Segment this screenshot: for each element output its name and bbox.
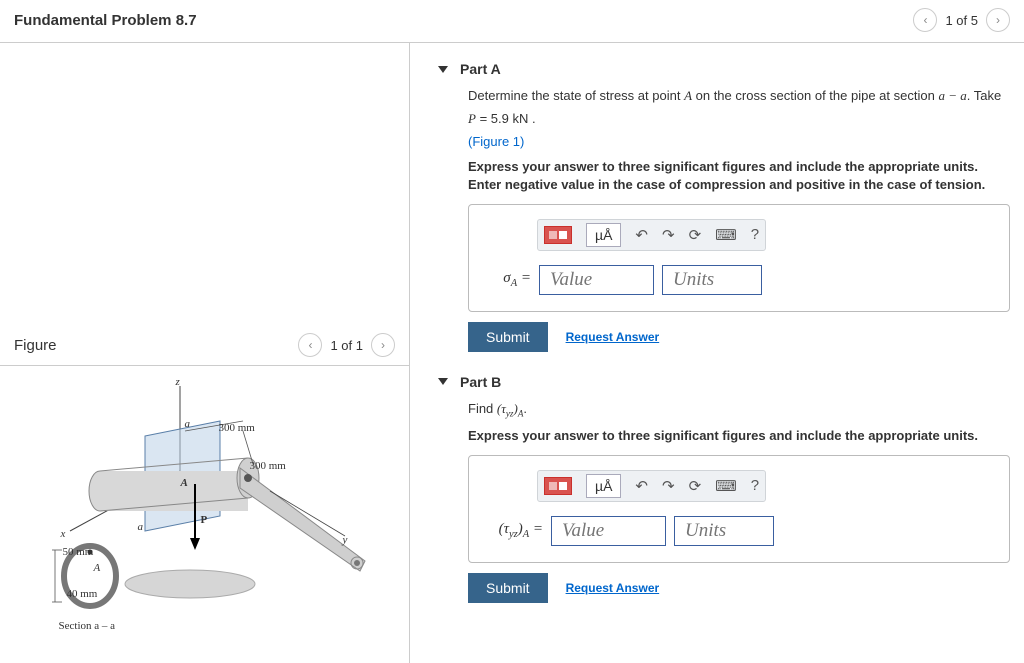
axis-z-label: z (176, 376, 180, 388)
left-column: Figure ‹ 1 of 1 › (0, 43, 410, 663)
part-b-instructions: Express your answer to three significant… (468, 427, 1010, 445)
part-b-title: Part B (460, 374, 501, 390)
ring-a-label: A (94, 562, 101, 574)
redo-icon[interactable]: ↷ (662, 226, 675, 244)
figure-header: Figure ‹ 1 of 1 › (0, 333, 409, 366)
part-a-body: Determine the state of stress at point A… (438, 87, 1010, 352)
keyboard-icon[interactable]: ⌨ (715, 477, 737, 495)
part-b-answer-row: (τyz)A = (487, 516, 991, 546)
figure-nav: ‹ 1 of 1 › (298, 333, 395, 357)
figure-1-link-row: (Figure 1) (468, 133, 1010, 152)
keyboard-icon[interactable]: ⌨ (715, 226, 737, 244)
chevron-right-icon: › (381, 338, 385, 352)
next-problem-button[interactable]: › (986, 8, 1010, 32)
part-b-toolbar: µÅ ↶ ↷ ⟳ ⌨ ? (537, 470, 766, 502)
help-icon[interactable]: ? (751, 226, 759, 243)
part-b-header[interactable]: Part B (438, 374, 1010, 390)
caret-down-icon (438, 378, 448, 385)
part-a-p-line: P = 5.9 kN . (468, 110, 1010, 129)
part-b-buttons: Submit Request Answer (468, 573, 1010, 603)
part-a-request-answer-link[interactable]: Request Answer (566, 330, 660, 344)
dim-300-a: 300 mm (219, 422, 255, 434)
figure-title: Figure (14, 337, 57, 354)
force-p-label: P (201, 514, 208, 526)
reset-icon[interactable]: ⟳ (689, 477, 702, 495)
prev-problem-button[interactable]: ‹ (913, 8, 937, 32)
caret-down-icon (438, 66, 448, 73)
prev-figure-button[interactable]: ‹ (298, 333, 322, 357)
axis-y-label: y (343, 534, 348, 546)
part-b-units-input[interactable] (674, 516, 774, 546)
part-b-answer-label: (τyz)A = (487, 521, 543, 540)
part-a-title: Part A (460, 61, 501, 77)
part-b-submit-button[interactable]: Submit (468, 573, 548, 603)
figure-diagram: z x y a a A P 300 mm 300 mm 50 mm 40 mm … (25, 376, 385, 646)
part-b-value-input[interactable] (551, 516, 666, 546)
part-a-prompt: Determine the state of stress at point A… (468, 87, 1010, 106)
part-a-instructions: Express your answer to three significant… (468, 158, 1010, 194)
part-a-units-input[interactable] (662, 265, 762, 295)
main-content: Figure ‹ 1 of 1 › (0, 43, 1024, 663)
section-a-bottom-label: a (138, 521, 144, 533)
part-a-buttons: Submit Request Answer (468, 322, 1010, 352)
units-picker-button[interactable]: µÅ (586, 223, 621, 247)
part-b-answer-panel: µÅ ↶ ↷ ⟳ ⌨ ? (τyz)A = (468, 455, 1010, 563)
header-nav: ‹ 1 of 5 › (913, 8, 1010, 32)
part-a-toolbar: µÅ ↶ ↷ ⟳ ⌨ ? (537, 219, 766, 251)
undo-icon[interactable]: ↶ (635, 477, 648, 495)
template-button[interactable] (544, 477, 572, 495)
part-b-body: Find (τyz)A. Express your answer to thre… (438, 400, 1010, 603)
next-figure-button[interactable]: › (371, 333, 395, 357)
redo-icon[interactable]: ↷ (662, 477, 675, 495)
dim-50: 50 mm (63, 546, 94, 558)
part-a-answer-panel: µÅ ↶ ↷ ⟳ ⌨ ? σA = (468, 204, 1010, 312)
units-picker-button[interactable]: µÅ (586, 474, 621, 498)
undo-icon[interactable]: ↶ (635, 226, 648, 244)
chevron-right-icon: › (996, 13, 1000, 27)
figure-svg (25, 376, 385, 646)
reset-icon[interactable]: ⟳ (689, 226, 702, 244)
part-b-request-answer-link[interactable]: Request Answer (566, 581, 660, 595)
part-a-submit-button[interactable]: Submit (468, 322, 548, 352)
dim-40: 40 mm (67, 588, 98, 600)
chevron-left-icon: ‹ (923, 13, 927, 27)
part-b-find: Find (τyz)A. (468, 400, 1010, 421)
help-icon[interactable]: ? (751, 477, 759, 494)
figure-1-link[interactable]: (Figure 1) (468, 134, 524, 149)
chevron-left-icon: ‹ (308, 338, 312, 352)
part-a-answer-row: σA = (487, 265, 991, 295)
template-button[interactable] (544, 226, 572, 244)
part-a-header[interactable]: Part A (438, 61, 1010, 77)
point-a-label: A (181, 477, 188, 489)
right-column: Part A Determine the state of stress at … (410, 43, 1024, 663)
problem-title: Fundamental Problem 8.7 (14, 12, 197, 29)
section-a-top-label: a (185, 418, 191, 430)
page-header: Fundamental Problem 8.7 ‹ 1 of 5 › (0, 0, 1024, 43)
section-caption: Section a – a (59, 620, 116, 632)
part-a-answer-label: σA = (487, 270, 531, 289)
dim-300-b: 300 mm (250, 460, 286, 472)
axis-x-label: x (61, 528, 66, 540)
page-indicator: 1 of 5 (945, 13, 978, 28)
figure-page-indicator: 1 of 1 (330, 338, 363, 353)
part-a-value-input[interactable] (539, 265, 654, 295)
